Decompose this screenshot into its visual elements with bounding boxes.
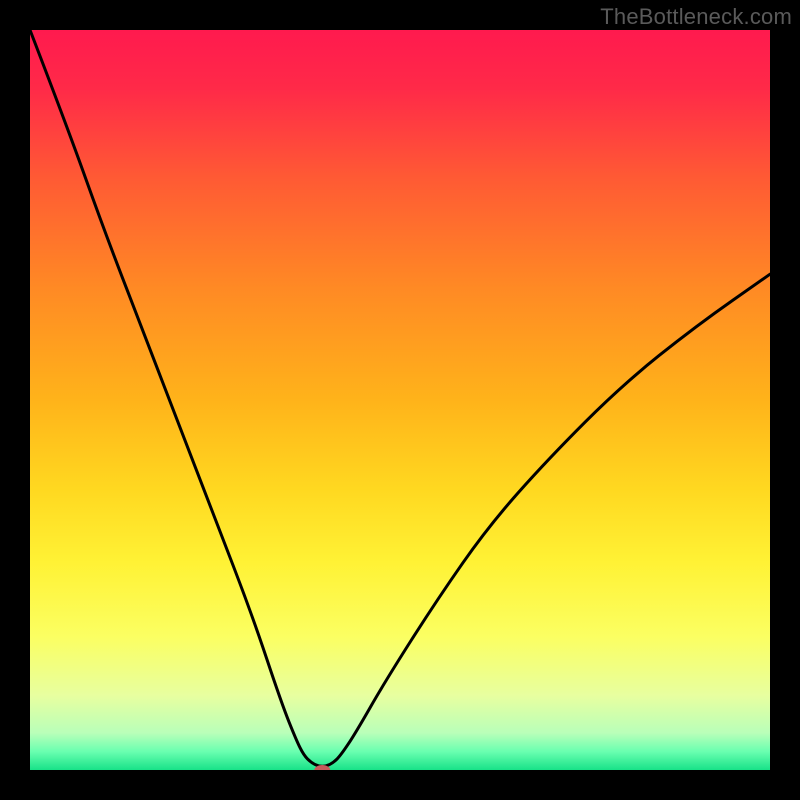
chart-frame: TheBottleneck.com bbox=[0, 0, 800, 800]
plot-svg bbox=[30, 30, 770, 770]
plot-area bbox=[30, 30, 770, 770]
watermark: TheBottleneck.com bbox=[600, 4, 792, 30]
